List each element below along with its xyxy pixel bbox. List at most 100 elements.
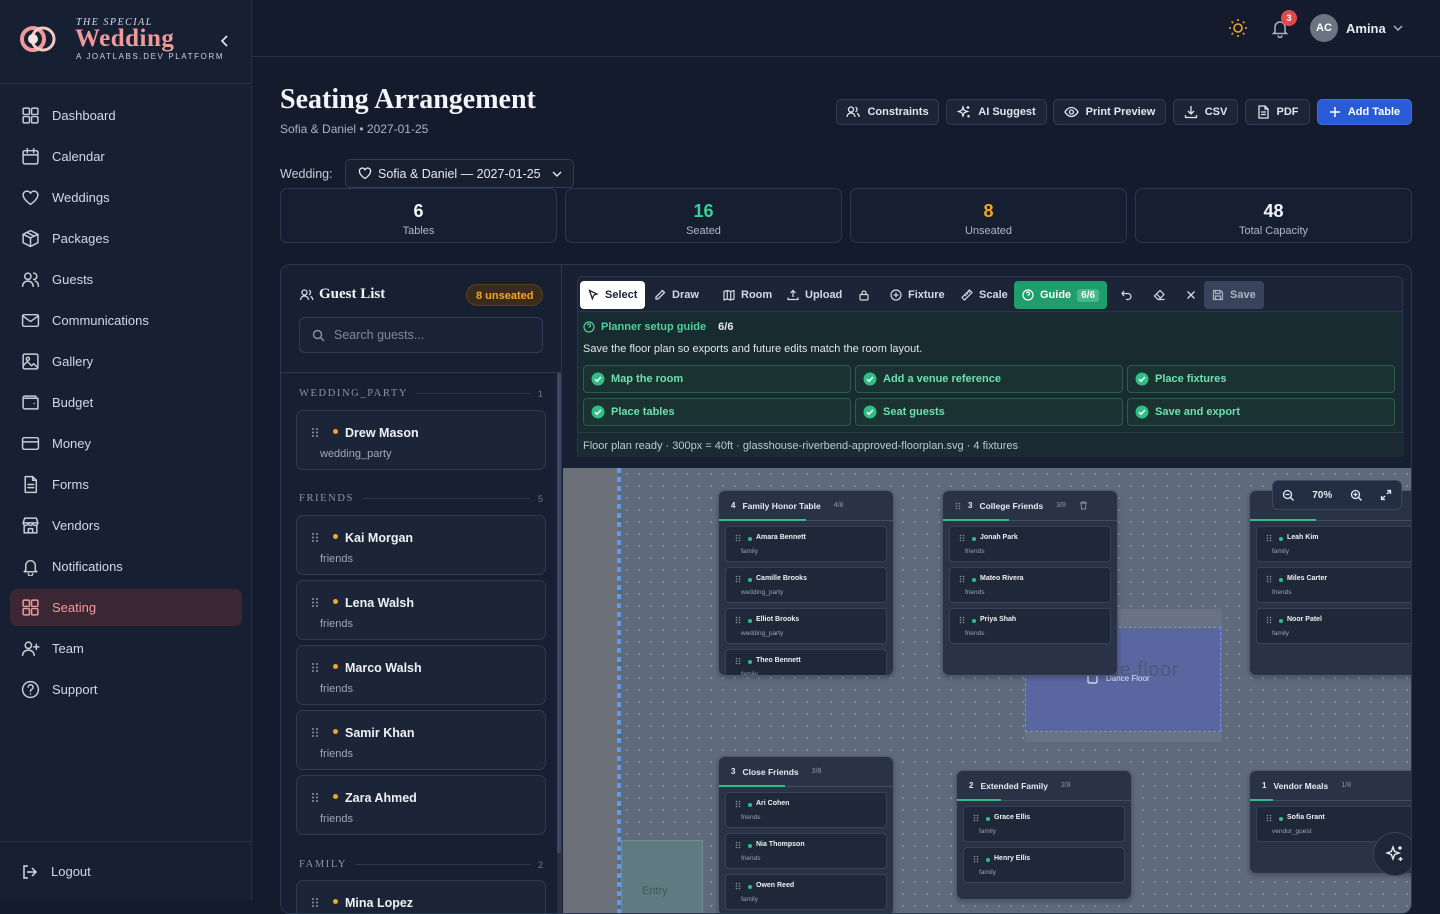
seated-guest[interactable]: Elliot Brooks wedding_party xyxy=(725,608,887,644)
guide-step[interactable]: Seat guests xyxy=(855,398,1123,426)
scale-tool[interactable]: Scale xyxy=(953,281,1016,309)
print-preview-button[interactable]: Print Preview xyxy=(1053,99,1166,125)
guide-step[interactable]: Map the room xyxy=(583,365,851,393)
seated-guest[interactable]: Owen Reed family xyxy=(725,874,887,910)
sidebar-item-communications[interactable]: Communications xyxy=(10,302,242,339)
zoom-in-icon[interactable] xyxy=(1350,489,1363,502)
sidebar-item-team[interactable]: Team xyxy=(10,630,242,667)
drag-handle-icon[interactable] xyxy=(959,534,965,542)
wedding-select[interactable]: Sofia & Daniel — 2027-01-25 xyxy=(345,159,574,188)
guide-step[interactable]: Save and export xyxy=(1127,398,1395,426)
drag-handle-icon[interactable] xyxy=(959,616,965,624)
clear-tool[interactable] xyxy=(1177,281,1205,309)
drag-handle-icon[interactable] xyxy=(973,855,979,863)
guide-step[interactable]: Add a venue reference xyxy=(855,365,1123,393)
entry-fixture[interactable]: Entry xyxy=(621,840,703,913)
seated-guest[interactable]: Priya Shah friends xyxy=(949,608,1111,644)
seated-guest[interactable]: Camille Brooks wedding_party xyxy=(725,567,887,603)
seated-guest[interactable]: Nia Thompson friends xyxy=(725,833,887,869)
seated-guest[interactable]: Ari Cohen friends xyxy=(725,792,887,828)
constraints-button[interactable]: Constraints xyxy=(836,99,939,125)
pdf-export-button[interactable]: PDF xyxy=(1245,99,1310,125)
ai-assistant-button[interactable] xyxy=(1373,832,1411,876)
draw-tool[interactable]: Draw xyxy=(646,281,707,309)
sidebar-item-money[interactable]: Money xyxy=(10,425,242,462)
guest-card[interactable]: Mina Lopezfamily xyxy=(296,880,546,913)
seated-guest[interactable]: Theo Bennett family xyxy=(725,649,887,675)
sidebar-item-budget[interactable]: Budget xyxy=(10,384,242,421)
collapse-sidebar-icon[interactable] xyxy=(218,34,232,48)
seated-guest[interactable]: Henry Ellis family xyxy=(963,847,1125,883)
drag-handle-icon[interactable] xyxy=(311,727,319,738)
drag-handle-icon[interactable] xyxy=(311,792,319,803)
theme-toggle-sun-icon[interactable] xyxy=(1228,18,1248,38)
sidebar-item-calendar[interactable]: Calendar xyxy=(10,138,242,175)
user-menu-chevron-down-icon[interactable] xyxy=(1392,23,1404,33)
drag-handle-icon[interactable] xyxy=(1266,616,1272,624)
seated-guest[interactable]: Leah Kim family xyxy=(1256,526,1411,562)
drag-handle-icon[interactable] xyxy=(1266,534,1272,542)
guest-card[interactable]: Lena Walsh friends xyxy=(296,580,546,640)
drag-handle-icon[interactable] xyxy=(735,841,741,849)
sidebar-item-notifications[interactable]: Notifications xyxy=(10,548,242,585)
seating-table[interactable]: 3 College Friends 3/8 Jonah Park friends Mate… xyxy=(942,490,1118,676)
drag-handle-icon[interactable] xyxy=(973,814,979,822)
drag-handle-icon[interactable] xyxy=(959,575,965,583)
drag-handle-icon[interactable] xyxy=(735,534,741,542)
seated-guest[interactable]: Amara Bennett family xyxy=(725,526,887,562)
save-button[interactable]: Save xyxy=(1204,281,1264,309)
brand-logo[interactable]: THE SPECIAL Wedding A JOATLABS.DEV PLATF… xyxy=(0,0,251,84)
drag-handle-icon[interactable] xyxy=(311,897,319,908)
seating-table[interactable]: 3 Close Friends 3/8 Ari Cohen friends Nia Tho… xyxy=(718,756,894,913)
drag-handle-icon[interactable] xyxy=(955,502,961,510)
zoom-out-icon[interactable] xyxy=(1282,489,1295,502)
drag-handle-icon[interactable] xyxy=(735,882,741,890)
table-header[interactable]: 4 Family Honor Table 4/8 xyxy=(719,491,893,521)
floor-plan-canvas[interactable]: Dance floor Dance Floor Entry 4 Family Ho… xyxy=(563,468,1411,913)
drag-handle-icon[interactable] xyxy=(311,532,319,543)
user-name[interactable]: Amina xyxy=(1346,21,1386,36)
csv-export-button[interactable]: CSV xyxy=(1173,99,1238,125)
seating-table[interactable]: 2 Extended Family 2/8 Grace Ellis family Henr… xyxy=(956,770,1132,900)
sidebar-item-weddings[interactable]: Weddings xyxy=(10,179,242,216)
drag-handle-icon[interactable] xyxy=(311,597,319,608)
lock-tool[interactable] xyxy=(850,281,878,309)
drag-handle-icon[interactable] xyxy=(735,657,741,665)
guest-search[interactable] xyxy=(299,317,543,353)
guest-card[interactable]: Drew Mason wedding_party xyxy=(296,410,546,470)
guest-card[interactable]: Samir Khan friends xyxy=(296,710,546,770)
table-header[interactable]: 3 College Friends 3/8 xyxy=(943,491,1117,521)
drag-handle-icon[interactable] xyxy=(311,662,319,673)
search-input[interactable] xyxy=(334,328,534,342)
fullscreen-icon[interactable] xyxy=(1380,489,1392,501)
drag-handle-icon[interactable] xyxy=(735,616,741,624)
sidebar-item-forms[interactable]: Forms xyxy=(10,466,242,503)
sidebar-item-guests[interactable]: Guests xyxy=(10,261,242,298)
drag-handle-icon[interactable] xyxy=(311,427,319,438)
guest-card[interactable]: Zara Ahmed friends xyxy=(296,775,546,835)
guide-step[interactable]: Place fixtures xyxy=(1127,365,1395,393)
drag-handle-icon[interactable] xyxy=(735,800,741,808)
seated-guest[interactable]: Jonah Park friends xyxy=(949,526,1111,562)
guest-card[interactable]: Kai Morgan friends xyxy=(296,515,546,575)
sidebar-item-packages[interactable]: Packages xyxy=(10,220,242,257)
fixture-tool[interactable]: Fixture xyxy=(882,281,953,309)
sidebar-item-seating[interactable]: Seating xyxy=(10,589,242,626)
scrollbar-thumb[interactable] xyxy=(557,373,561,853)
logout-button[interactable]: Logout xyxy=(10,853,242,890)
table-header[interactable]: 3 Close Friends 3/8 xyxy=(719,757,893,787)
seating-table[interactable]: Leah Kim family Miles Carter friends Noor Pa… xyxy=(1249,490,1411,676)
guest-card[interactable]: Marco Walsh friends xyxy=(296,645,546,705)
seated-guest[interactable]: Grace Ellis family xyxy=(963,806,1125,842)
sidebar-item-support[interactable]: Support xyxy=(10,671,242,708)
sidebar-item-dashboard[interactable]: Dashboard xyxy=(10,97,242,134)
select-tool[interactable]: Select xyxy=(580,281,646,309)
avatar[interactable]: AC xyxy=(1310,14,1338,42)
drag-handle-icon[interactable] xyxy=(1266,575,1272,583)
guest-list-scrollbar[interactable] xyxy=(557,373,561,913)
seated-guest[interactable]: Miles Carter friends xyxy=(1256,567,1411,603)
drag-handle-icon[interactable] xyxy=(1266,814,1272,822)
ai-suggest-button[interactable]: AI Suggest xyxy=(946,99,1047,125)
sidebar-item-gallery[interactable]: Gallery xyxy=(10,343,242,380)
seating-table[interactable]: 4 Family Honor Table 4/8 Amara Bennett famil… xyxy=(718,490,894,676)
